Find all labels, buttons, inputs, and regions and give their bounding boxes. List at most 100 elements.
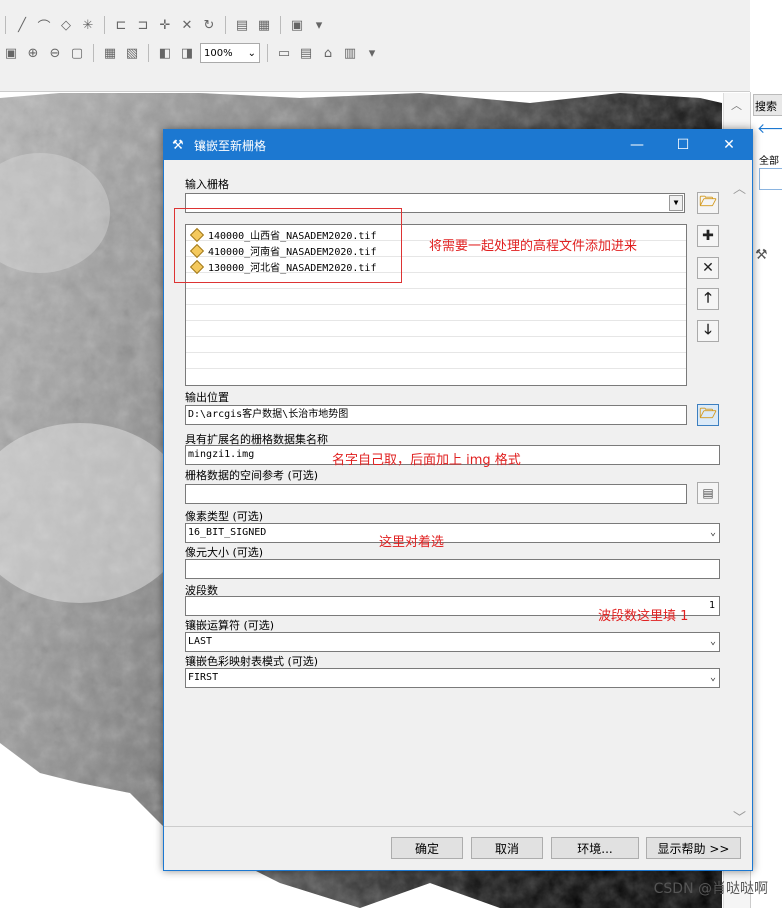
scatter-tool-icon[interactable]: ✳ — [79, 16, 97, 34]
plus-icon: ✚ — [702, 228, 714, 244]
scroll-up-icon[interactable]: ︿ — [733, 178, 746, 197]
toolbar-separator — [104, 16, 105, 34]
polygon-tool-icon[interactable]: ◇ — [57, 16, 75, 34]
spatial-reference-input[interactable] — [185, 484, 687, 504]
highlight-box — [174, 208, 402, 283]
maximize-button[interactable]: ☐ — [660, 130, 706, 160]
scroll-down-icon[interactable]: ﹀ — [733, 807, 746, 826]
focus-frame-icon[interactable]: ▤ — [297, 44, 315, 62]
toolbar-options-icon[interactable]: ▾ — [310, 16, 328, 34]
toolbar-separator — [148, 44, 149, 62]
ok-button[interactable]: 确定 — [391, 837, 463, 859]
dialog-scrollbar[interactable]: ︿ ﹀ — [730, 166, 750, 826]
search-tab[interactable]: 搜索 — [753, 94, 782, 116]
list-divider — [186, 336, 686, 337]
zoom-out-page-icon[interactable]: ⊖ — [46, 44, 64, 62]
mosaic-operator-label: 镶嵌运算符 (可选) — [185, 619, 275, 632]
data-driven-pages-icon[interactable]: ▥ — [341, 44, 359, 62]
list-divider — [186, 320, 686, 321]
close-button[interactable]: ✕ — [706, 130, 752, 160]
mosaic-operator-value: LAST — [188, 636, 213, 647]
minimize-button[interactable]: — — [614, 130, 660, 160]
environments-button[interactable]: 环境... — [551, 837, 639, 859]
toolbar-separator — [267, 44, 268, 62]
list-divider — [186, 368, 686, 369]
attributes-icon[interactable]: ▤ — [233, 16, 251, 34]
toolbar-separator — [93, 44, 94, 62]
back-arrow-icon[interactable]: 🡐 — [757, 120, 782, 137]
annotation-add-files: 将需要一起处理的高程文件添加进来 — [429, 239, 638, 254]
layout-icon[interactable]: ▣ — [2, 44, 20, 62]
edit-icon[interactable]: ▣ — [288, 16, 306, 34]
output-location-label: 输出位置 — [185, 391, 229, 404]
properties-icon: ▤ — [702, 486, 714, 500]
dialog-titlebar[interactable]: ⚒ 镶嵌至新栅格 — ☐ ✕ — [164, 130, 752, 160]
browse-output-button[interactable]: 🗁 — [697, 404, 719, 426]
pan-page-icon[interactable]: ▧ — [123, 44, 141, 62]
forward-extent-icon[interactable]: ◨ — [178, 44, 196, 62]
curve-tool-icon[interactable]: ⌒ — [35, 16, 53, 35]
folder-open-icon: 🗁 — [699, 194, 717, 210]
spatial-reference-button[interactable]: ▤ — [697, 482, 719, 504]
cell-size-label: 像元大小 (可选) — [185, 546, 264, 559]
list-divider — [186, 304, 686, 305]
all-label[interactable]: 全部 — [759, 152, 779, 167]
toolbar-separator — [225, 16, 226, 34]
mosaic-operator-select[interactable]: LAST ⌄ — [185, 632, 720, 652]
colormap-mode-label: 镶嵌色彩映射表模式 (可选) — [185, 655, 319, 668]
toolbar-options-icon[interactable]: ▾ — [363, 44, 381, 62]
search-input[interactable] — [759, 168, 782, 190]
cross-tool-icon[interactable]: ✛ — [156, 16, 174, 34]
browse-input-button[interactable]: 🗁 — [697, 192, 719, 214]
colormap-mode-select[interactable]: FIRST ⌄ — [185, 668, 720, 688]
scroll-up-icon[interactable]: ︿ — [731, 97, 742, 113]
pixel-type-value: 16_BIT_SIGNED — [188, 527, 267, 538]
remove-item-button[interactable]: ✕ — [697, 257, 719, 279]
delete-x-icon: ✕ — [702, 260, 714, 276]
spatial-reference-label: 栅格数据的空间参考 (可选) — [185, 469, 319, 482]
arrow-down-icon: 🡓 — [704, 322, 712, 338]
cut-tool-icon[interactable]: ✕ — [178, 16, 196, 34]
arrow-up-icon: 🡑 — [704, 290, 712, 306]
sketch-icon[interactable]: ▦ — [255, 16, 273, 34]
line-tool-icon[interactable]: ╱ — [13, 16, 31, 34]
chevron-down-icon: ⌄ — [709, 527, 716, 538]
chevron-down-icon: ⌄ — [247, 47, 256, 59]
add-item-button[interactable]: ✚ — [697, 225, 719, 247]
cancel-button[interactable]: 取消 — [471, 837, 543, 859]
folder-open-icon: 🗁 — [699, 406, 717, 422]
tool-icon: ⚒ — [755, 247, 768, 263]
list-divider — [186, 352, 686, 353]
arcmap-toolbar: ╱ ⌒ ◇ ✳ ⊏ ⊐ ✛ ✕ ↻ ▤ ▦ ▣ ▾ ▣ ⊕ ⊖ ▢ ▦ ▧ ◧ … — [0, 0, 750, 92]
zoom-level-select[interactable]: 100% ⌄ — [200, 43, 260, 63]
annotation-pixel-hint: 这里对着选 — [379, 535, 445, 550]
mosaic-to-new-raster-dialog: ⚒ 镶嵌至新栅格 — ☐ ✕ 输入栅格 ▼ 🗁 140000_山西省_NASAD… — [163, 129, 753, 871]
pixel-type-select[interactable]: 16_BIT_SIGNED ⌄ — [185, 523, 720, 543]
chevron-down-icon: ⌄ — [709, 636, 716, 647]
toolbar-row-2: ▣ ⊕ ⊖ ▢ ▦ ▧ ◧ ◨ 100% ⌄ ▭ ▤ ⌂ ▥ ▾ — [0, 40, 381, 66]
trace-tool-icon[interactable]: ⊏ — [112, 16, 130, 34]
change-layout-icon[interactable]: ⌂ — [319, 44, 337, 62]
output-location-input[interactable]: D:\arcgis客户数据\长治市地势图 — [185, 405, 687, 425]
annotation-name-hint: 名字自己取，后面加上 img 格式 — [332, 453, 521, 468]
chevron-down-icon[interactable]: ▼ — [669, 195, 683, 211]
toolbar-separator — [280, 16, 281, 34]
pixel-type-label: 像素类型 (可选) — [185, 510, 264, 523]
show-help-button[interactable]: 显示帮助 >> — [646, 837, 741, 859]
cell-size-input[interactable] — [185, 559, 720, 579]
dialog-title: 镶嵌至新栅格 — [194, 138, 267, 153]
zoom-in-page-icon[interactable]: ⊕ — [24, 44, 42, 62]
back-extent-icon[interactable]: ◧ — [156, 44, 174, 62]
list-divider — [186, 288, 686, 289]
node-tool-icon[interactable]: ⊐ — [134, 16, 152, 34]
move-down-button[interactable]: 🡓 — [697, 320, 719, 342]
toggle-draft-icon[interactable]: ▭ — [275, 44, 293, 62]
move-up-button[interactable]: 🡑 — [697, 288, 719, 310]
toolbar-row-1: ╱ ⌒ ◇ ✳ ⊏ ⊐ ✛ ✕ ↻ ▤ ▦ ▣ ▾ — [0, 12, 328, 38]
watermark: CSDN @肖哒哒啊 — [653, 881, 768, 897]
full-page-icon[interactable]: ▦ — [101, 44, 119, 62]
rotate-tool-icon[interactable]: ↻ — [200, 16, 218, 34]
annotation-band-hint: 波段数这里填 1 — [598, 609, 689, 624]
fixed-zoom-icon[interactable]: ▢ — [68, 44, 86, 62]
chevron-down-icon: ⌄ — [709, 672, 716, 683]
